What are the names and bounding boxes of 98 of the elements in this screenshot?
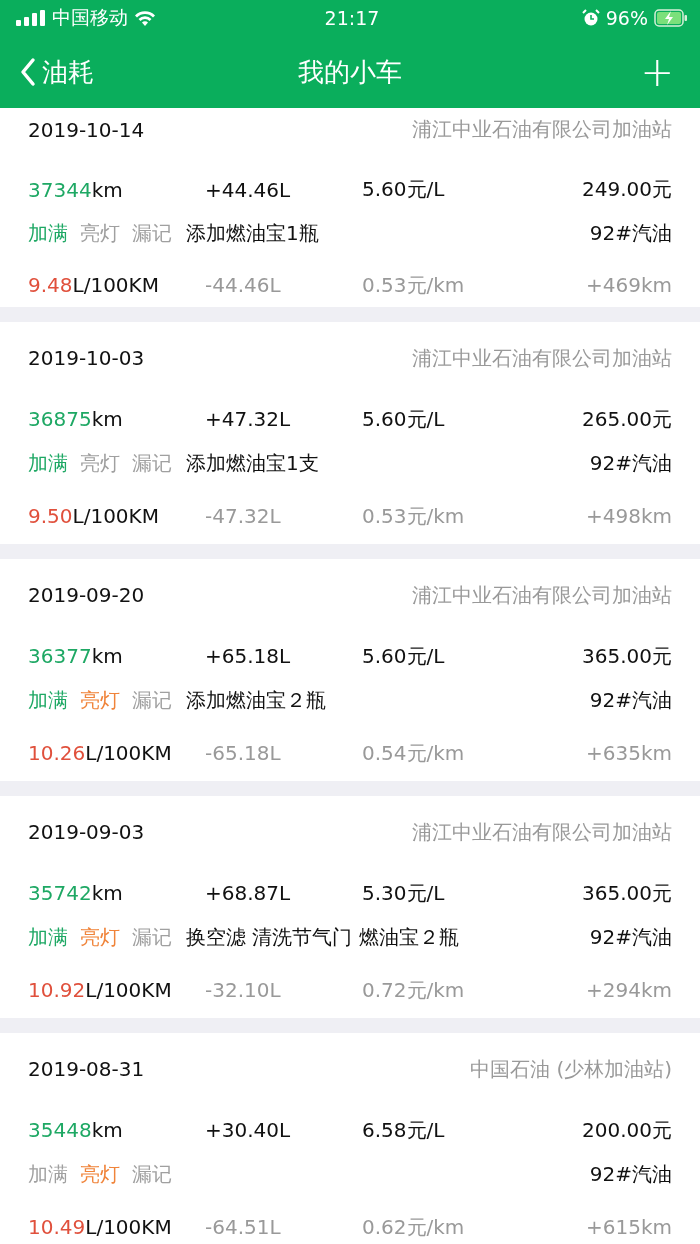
flag-label: 加满	[28, 923, 68, 951]
refuel-record-card[interactable]: 2019-09-20 浦江中业石油有限公司加油站 36377km +65.18L 5.60元/L 365.00元 加满 亮灯 漏记 添加燃油宝２瓶 92#汽油 10.26L/100KM -65.18L 0.54元/km +635km	[0, 559, 700, 781]
distance-driven: +615km	[586, 1215, 672, 1239]
fuel-price: 5.60元/L	[362, 642, 446, 670]
battery-charging-icon	[654, 9, 688, 27]
flag-label: 加满	[28, 686, 68, 714]
flag-label: 亮灯	[80, 449, 120, 477]
distance-driven: +469km	[586, 273, 672, 298]
flag-label: 亮灯	[80, 923, 120, 951]
fuel-consumption: 10.92	[28, 978, 86, 1002]
record-date: 2019-10-03	[28, 346, 145, 370]
fuel-type: 92#汽油	[589, 923, 672, 951]
odometer-unit: km	[91, 644, 123, 668]
fuel-delta: -65.18L	[205, 741, 282, 765]
fuel-price: 5.60元/L	[362, 405, 446, 433]
fuel-delta: -64.51L	[205, 1215, 282, 1239]
fuel-type: 92#汽油	[589, 686, 672, 714]
fuel-type: 92#汽油	[589, 449, 672, 477]
total-cost: 249.00元	[582, 176, 672, 204]
odometer-unit: km	[91, 407, 123, 431]
fuel-consumption: 9.48	[28, 273, 73, 298]
gas-station-name: 浦江中业石油有限公司加油站	[412, 581, 672, 609]
record-date: 2019-10-14	[28, 117, 145, 142]
odometer-reading: 35448	[28, 1118, 92, 1142]
alarm-clock-icon	[581, 9, 600, 27]
total-cost: 200.00元	[582, 1116, 672, 1144]
refuel-note: 添加燃油宝1支	[186, 449, 319, 477]
battery-percent: 96%	[605, 7, 648, 29]
fuel-consumption: 10.49	[28, 1215, 86, 1239]
refuel-note: 换空滤 清洗节气门 燃油宝２瓶	[186, 923, 459, 951]
gas-station-name: 浦江中业石油有限公司加油站	[412, 344, 672, 372]
total-cost: 265.00元	[582, 405, 672, 433]
gas-station-name: 浦江中业石油有限公司加油站	[412, 818, 672, 846]
distance-driven: +635km	[586, 741, 672, 765]
status-time: 21:17	[324, 7, 380, 29]
total-cost: 365.00元	[582, 879, 672, 907]
flag-label: 加满	[28, 1160, 68, 1188]
refuel-record-card[interactable]: 2019-10-03 浦江中业石油有限公司加油站 36875km +47.32L 5.60元/L 265.00元 加满 亮灯 漏记 添加燃油宝1支 92#汽油 9.50L/100KM -47.32L 0.53元/km +498km	[0, 322, 700, 544]
flag-label: 亮灯	[80, 686, 120, 714]
fuel-price: 5.30元/L	[362, 879, 446, 907]
flag-label: 漏记	[132, 1160, 172, 1188]
consumption-unit: L/100KM	[85, 741, 172, 765]
flag-label: 加满	[28, 449, 68, 477]
distance-driven: +294km	[586, 978, 672, 1002]
fuel-volume: +30.40L	[205, 1118, 292, 1142]
gas-station-name: 浦江中业石油有限公司加油站	[412, 116, 672, 144]
cost-per-km: 0.62元/km	[362, 1213, 466, 1241]
fuel-delta: -44.46L	[205, 273, 282, 298]
odometer-reading: 35742	[28, 881, 92, 905]
flag-label: 亮灯	[80, 1160, 120, 1188]
fuel-type: 92#汽油	[589, 219, 672, 247]
fuel-delta: -47.32L	[205, 504, 282, 528]
fuel-volume: +65.18L	[205, 644, 292, 668]
refuel-note: 添加燃油宝２瓶	[186, 686, 326, 714]
cost-per-km: 0.72元/km	[362, 976, 466, 1004]
gas-station-name: 中国石油 (少林加油站)	[470, 1055, 672, 1083]
consumption-unit: L/100KM	[72, 504, 159, 528]
refuel-record-card[interactable]: 2019-08-31 中国石油 (少林加油站) 35448km +30.40L 6.58元/L 200.00元 加满 亮灯 漏记 92#汽油 10.49L/100KM -64.51L 0.62元/km +615km	[0, 1033, 700, 1244]
refuel-record-card[interactable]: 2019-09-03 浦江中业石油有限公司加油站 35742km +68.87L 5.30元/L 365.00元 加满 亮灯 漏记 换空滤 清洗节气门 燃油宝２瓶 92#汽油 10.92L/100KM -32.10L 0.72元/km +294km	[0, 796, 700, 1018]
odometer-reading: 36377	[28, 644, 92, 668]
consumption-unit: L/100KM	[85, 978, 172, 1002]
fuel-type: 92#汽油	[589, 1160, 672, 1188]
fuel-volume: +44.46L	[205, 177, 292, 202]
fuel-volume: +47.32L	[205, 407, 292, 431]
carrier-name: 中国移动	[52, 5, 128, 30]
wifi-icon	[134, 10, 156, 26]
flag-label: 漏记	[132, 686, 172, 714]
fuel-price: 6.58元/L	[362, 1116, 446, 1144]
odometer-unit: km	[91, 1118, 123, 1142]
flag-label: 加满	[28, 219, 68, 247]
odometer-unit: km	[91, 177, 123, 202]
record-date: 2019-08-31	[28, 1057, 145, 1081]
fuel-delta: -32.10L	[205, 978, 282, 1002]
signal-icon	[16, 10, 46, 26]
refuel-note: 添加燃油宝1瓶	[186, 219, 319, 247]
consumption-unit: L/100KM	[85, 1215, 172, 1239]
consumption-unit: L/100KM	[72, 273, 159, 298]
cost-per-km: 0.54元/km	[362, 739, 466, 767]
distance-driven: +498km	[586, 504, 672, 528]
flag-label: 亮灯	[80, 219, 120, 247]
fuel-volume: +68.87L	[205, 881, 292, 905]
flag-label: 漏记	[132, 923, 172, 951]
record-date: 2019-09-20	[28, 583, 145, 607]
refuel-record-card[interactable]: 2019-10-14 浦江中业石油有限公司加油站 37344km +44.46L 5.60元/L 249.00元 加满 亮灯 漏记 添加燃油宝1瓶 92#汽油 9.48L/100KM -44.46L 0.53元/km +469km	[0, 108, 700, 307]
total-cost: 365.00元	[582, 642, 672, 670]
page-title: 我的小车	[298, 55, 402, 89]
fuel-price: 5.60元/L	[362, 176, 446, 204]
odometer-unit: km	[91, 881, 123, 905]
odometer-reading: 36875	[28, 407, 92, 431]
fuel-consumption: 10.26	[28, 741, 86, 765]
back-chevron-icon	[20, 57, 36, 87]
cost-per-km: 0.53元/km	[362, 502, 466, 530]
flag-label: 漏记	[132, 219, 172, 247]
odometer-reading: 37344	[28, 177, 92, 202]
flag-label: 漏记	[132, 449, 172, 477]
record-date: 2019-09-03	[28, 820, 145, 844]
fuel-consumption: 9.50	[28, 504, 73, 528]
cost-per-km: 0.53元/km	[362, 271, 466, 299]
